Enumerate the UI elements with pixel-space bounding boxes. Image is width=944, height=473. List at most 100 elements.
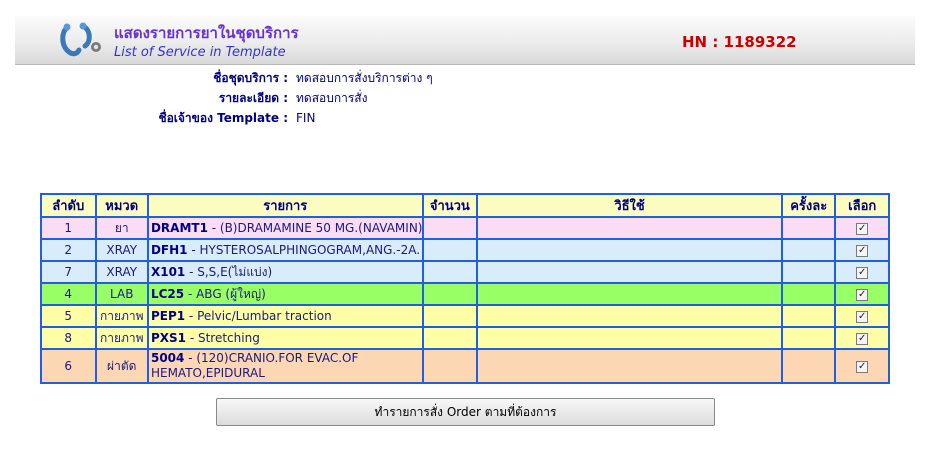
select-checkbox[interactable]: ✓ [856,222,869,235]
quantity-cell[interactable] [423,350,477,382]
item-code: DRAMT1 [150,221,208,235]
item-desc: - ABG (ผู้ใหญ่) [184,286,266,301]
table-row: 2 XRAY DFH1 - HYSTEROSALPHINGOGRAM,ANG.-… [42,240,888,260]
header-item: รายการ [148,195,422,216]
header-times: ครั้งละ [782,195,835,216]
detail-row: รายละเอียด : ทดสอบการสั่ง [100,88,433,108]
row-seq: 4 [42,284,95,304]
select-cell: ✓ [836,328,888,348]
usage-cell[interactable] [478,218,781,238]
item-desc: - HYSTEROSALPHINGOGRAM,ANG.-2A. [187,243,421,257]
quantity-cell[interactable] [423,218,477,238]
select-checkbox[interactable]: ✓ [856,288,869,301]
item-code: PXS1 [150,331,187,345]
usage-cell[interactable] [478,284,781,304]
usage-cell[interactable] [478,306,781,326]
usage-cell[interactable] [478,350,781,382]
row-item: PEP1 - Pelvic/Lumbar traction [148,306,422,326]
row-seq: 6 [42,350,95,382]
header-quantity: จำนวน [423,195,477,216]
stethoscope-logo-icon [60,22,101,57]
table-row: 1 ยา DRAMT1 - (B)DRAMAMINE 50 MG.(NAVAMI… [42,218,888,238]
select-cell: ✓ [836,284,888,304]
detail-label: รายละเอียด : [218,91,288,105]
select-checkbox[interactable]: ✓ [856,244,869,257]
row-category: ผ่าตัด [96,350,147,382]
times-cell[interactable] [782,284,835,304]
select-cell: ✓ [836,240,888,260]
row-item: X101 - S,S,E(ไม่แบ่ง) [148,262,422,282]
table-header-row: ลำดับ หมวด รายการ จำนวน วิธีใช้ ครั้งละ … [42,195,888,216]
table-row: 7 XRAY X101 - S,S,E(ไม่แบ่ง) ✓ [42,262,888,282]
quantity-cell[interactable] [423,306,477,326]
quantity-cell[interactable] [423,240,477,260]
item-desc: - (B)DRAMAMINE 50 MG.(NAVAMIN) [207,221,422,235]
row-seq: 1 [42,218,95,238]
row-category: กายภาพ [96,306,147,326]
row-item: PXS1 - Stretching [148,328,422,348]
row-category: กายภาพ [96,328,147,348]
select-checkbox[interactable]: ✓ [856,266,869,279]
select-cell: ✓ [836,262,888,282]
service-table: ลำดับ หมวด รายการ จำนวน วิธีใช้ ครั้งละ … [40,193,890,384]
select-cell: ✓ [836,350,888,382]
item-code: PEP1 [150,309,186,323]
row-seq: 7 [42,262,95,282]
hn-label: HN : 1189322 [682,33,797,51]
owner-label: ชื่อเจ้าของ Template : [158,111,288,125]
row-category: XRAY [96,240,147,260]
header-select: เลือก [836,195,888,216]
service-set-row: ชื่อชุดบริการ : ทดสอบการสั่งบริการต่าง ๆ [100,68,433,88]
header-category: หมวด [96,195,147,216]
header-usage: วิธีใช้ [478,195,781,216]
item-desc: - S,S,E(ไม่แบ่ง) [185,264,273,279]
item-code: DFH1 [150,243,188,257]
times-cell[interactable] [782,240,835,260]
item-code: X101 [150,264,186,279]
select-checkbox[interactable]: ✓ [856,360,869,373]
times-cell[interactable] [782,328,835,348]
row-category: LAB [96,284,147,304]
times-cell[interactable] [782,350,835,382]
select-cell: ✓ [836,218,888,238]
row-seq: 8 [42,328,95,348]
template-info: ชื่อชุดบริการ : ทดสอบการสั่งบริการต่าง ๆ … [100,68,433,128]
usage-cell[interactable] [478,328,781,348]
row-category: XRAY [96,262,147,282]
page-title-english: List of Service in Template [114,45,286,60]
table-row: 8 กายภาพ PXS1 - Stretching ✓ [42,328,888,348]
usage-cell[interactable] [478,262,781,282]
owner-value: FIN [296,111,316,125]
table-row: 5 กายภาพ PEP1 - Pelvic/Lumbar traction ✓ [42,306,888,326]
table-row: 4 LAB LC25 - ABG (ผู้ใหญ่) ✓ [42,284,888,304]
select-checkbox[interactable]: ✓ [856,310,869,323]
row-item: LC25 - ABG (ผู้ใหญ่) [148,284,422,304]
item-code: LC25 [150,286,185,301]
row-seq: 2 [42,240,95,260]
select-cell: ✓ [836,306,888,326]
item-desc: - Stretching [186,331,260,345]
row-seq: 5 [42,306,95,326]
select-checkbox[interactable]: ✓ [856,332,869,345]
detail-value: ทดสอบการสั่ง [296,91,368,105]
owner-row: ชื่อเจ้าของ Template : FIN [100,108,433,128]
quantity-cell[interactable] [423,284,477,304]
service-set-value: ทดสอบการสั่งบริการต่าง ๆ [296,71,433,85]
item-desc: - Pelvic/Lumbar traction [185,309,332,323]
item-code: 5004 [150,351,185,365]
row-item: DFH1 - HYSTEROSALPHINGOGRAM,ANG.-2A. [148,240,422,260]
row-item: 5004 - (120)CRANIO.FOR EVAC.OF HEMATO,EP… [148,350,422,382]
quantity-cell[interactable] [423,328,477,348]
create-order-button[interactable]: ทำรายการสั่ง Order ตามที่ต้องการ [216,398,715,426]
service-set-label: ชื่อชุดบริการ : [213,71,288,85]
quantity-cell[interactable] [423,262,477,282]
times-cell[interactable] [782,218,835,238]
usage-cell[interactable] [478,240,781,260]
row-item: DRAMT1 - (B)DRAMAMINE 50 MG.(NAVAMIN) [148,218,422,238]
times-cell[interactable] [782,262,835,282]
table-row: 6 ผ่าตัด 5004 - (120)CRANIO.FOR EVAC.OF … [42,350,888,382]
times-cell[interactable] [782,306,835,326]
header-seq: ลำดับ [42,195,95,216]
row-category: ยา [96,218,147,238]
page-title-thai: แสดงรายการยาในชุดบริการ [114,24,299,42]
